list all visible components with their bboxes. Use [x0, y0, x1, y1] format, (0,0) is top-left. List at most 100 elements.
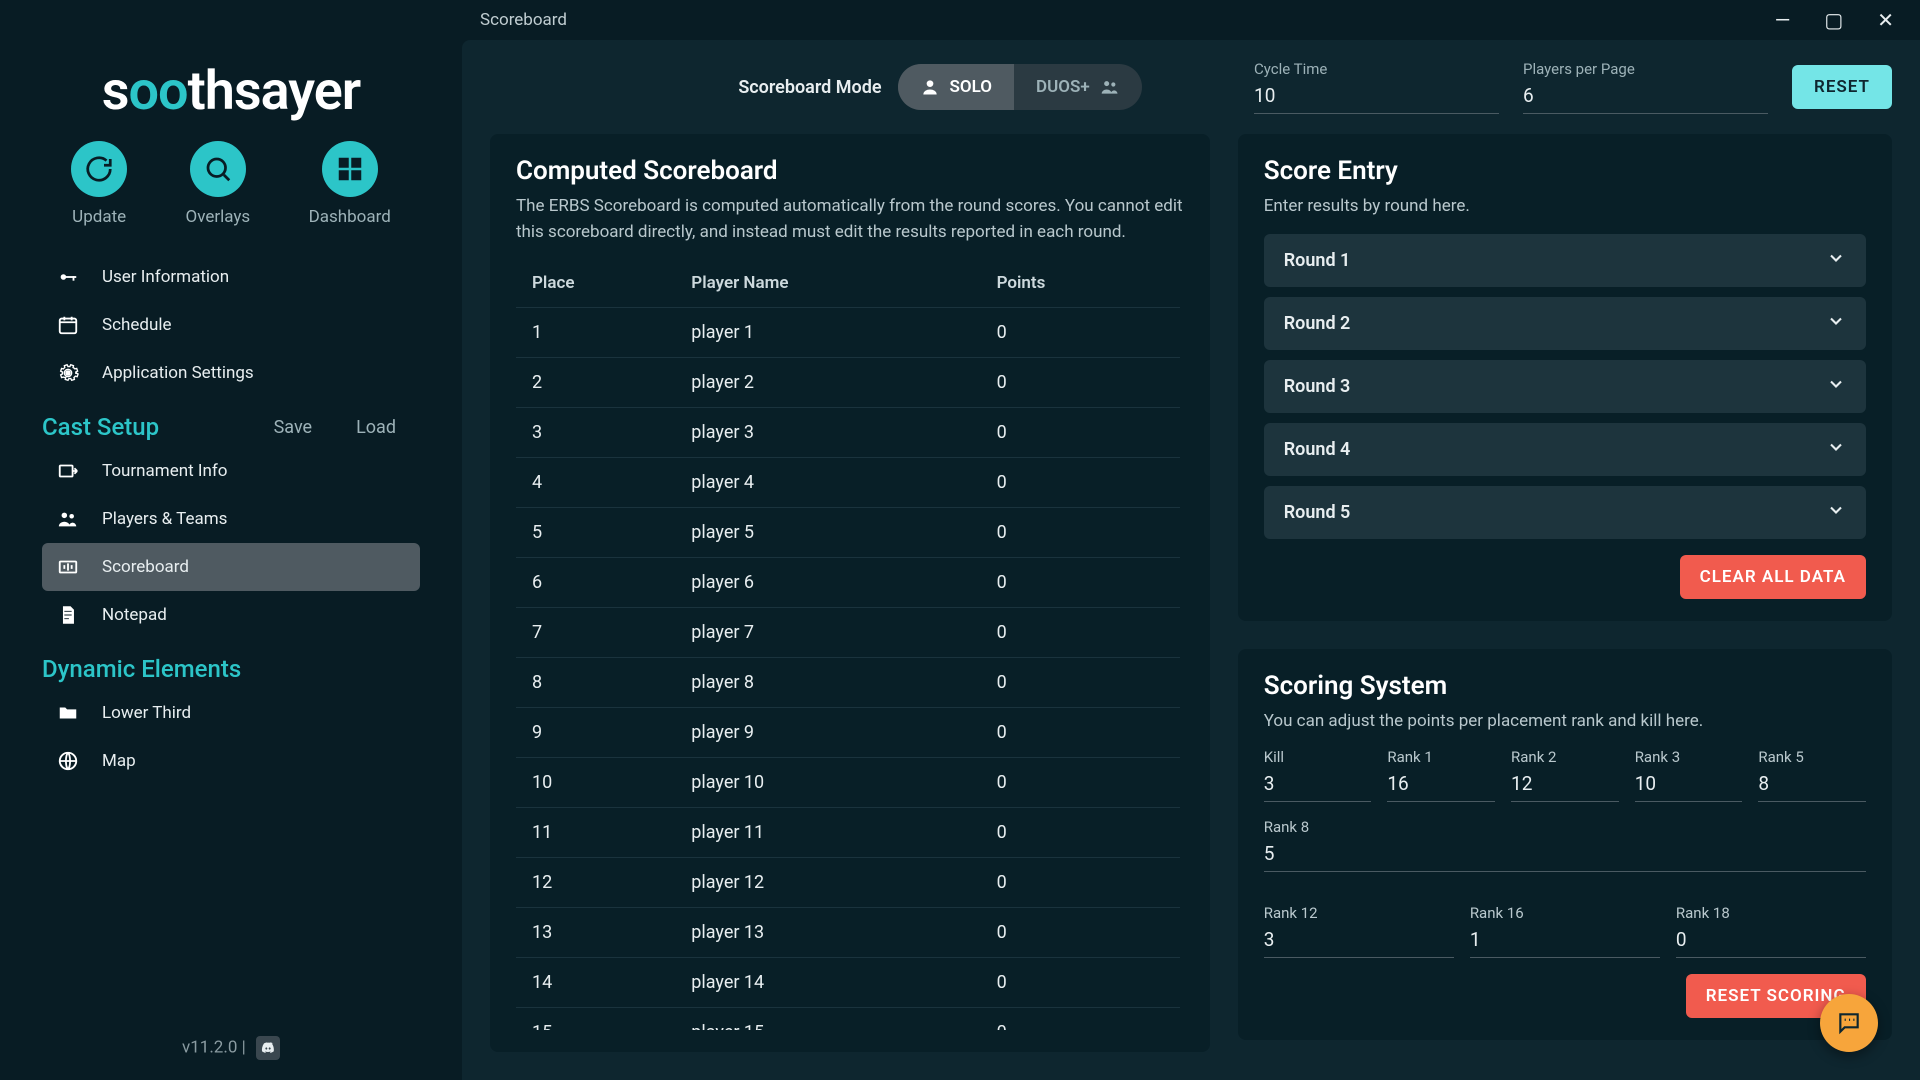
reset-button[interactable]: RESET [1792, 65, 1892, 109]
info-out-icon [56, 459, 80, 483]
chevron-down-icon [1826, 437, 1846, 462]
scoring-input[interactable] [1470, 924, 1660, 958]
save-button[interactable]: Save [274, 417, 337, 438]
sidebar-item-map[interactable]: Map [42, 737, 420, 785]
window-maximize-icon[interactable]: ▢ [1816, 4, 1851, 36]
chat-icon [1836, 1010, 1862, 1036]
score-entry-desc: Enter results by round here. [1264, 194, 1866, 220]
scoring-field: Rank 18 [1676, 904, 1866, 958]
calendar-icon [56, 313, 80, 337]
computed-scoreboard-desc: The ERBS Scoreboard is computed automati… [516, 194, 1184, 245]
scoreboard-table-scroll[interactable]: Place Player Name Points 1player 102play… [516, 259, 1184, 1030]
discord-icon[interactable] [256, 1036, 280, 1060]
chevron-down-icon [1826, 311, 1846, 336]
document-icon [56, 603, 80, 627]
window-close-icon[interactable]: ✕ [1869, 4, 1902, 36]
chevron-down-icon [1826, 248, 1846, 273]
scoring-input[interactable] [1264, 924, 1454, 958]
clear-all-data-button[interactable]: CLEAR ALL DATA [1680, 555, 1866, 599]
scoring-field: Rank 12 [1264, 904, 1454, 958]
scoring-input[interactable] [1758, 768, 1866, 802]
scoring-input[interactable] [1635, 768, 1743, 802]
refresh-icon [71, 141, 127, 197]
scoring-input[interactable] [1511, 768, 1619, 802]
sidebar-item-scoreboard[interactable]: Scoreboard [42, 543, 420, 591]
scoring-field: Rank 5 [1758, 748, 1866, 802]
scoring-field: Rank 16 [1470, 904, 1660, 958]
table-row: 4player 40 [516, 458, 1180, 508]
col-points: Points [981, 259, 1180, 308]
search-icon [190, 141, 246, 197]
sidebar-item-players-teams[interactable]: Players & Teams [42, 495, 420, 543]
table-row: 3player 30 [516, 408, 1180, 458]
version-text: v11.2.0 | [182, 1037, 246, 1057]
players-per-page-input[interactable] [1523, 80, 1768, 114]
overlays-button[interactable]: Overlays [186, 141, 251, 227]
scoring-system-desc: You can adjust the points per placement … [1264, 709, 1866, 735]
table-row: 9player 90 [516, 708, 1180, 758]
dynamic-elements-title: Dynamic Elements [42, 655, 241, 683]
table-row: 14player 140 [516, 958, 1180, 1008]
sidebar-item-lower-third[interactable]: Lower Third [42, 689, 420, 737]
table-row: 10player 100 [516, 758, 1180, 808]
sidebar-item-application-settings[interactable]: Application Settings [42, 349, 420, 397]
sidebar-item-schedule[interactable]: Schedule [42, 301, 420, 349]
table-row: 7player 70 [516, 608, 1180, 658]
sidebar-item-tournament-info[interactable]: Tournament Info [42, 447, 420, 495]
window-title: Scoreboard [480, 10, 567, 30]
table-row: 8player 80 [516, 658, 1180, 708]
mode-duos[interactable]: DUOS+ [1014, 64, 1142, 110]
key-icon [56, 265, 80, 289]
table-row: 1player 10 [516, 308, 1180, 358]
dashboard-button[interactable]: Dashboard [309, 141, 391, 227]
scoring-field: Rank 3 [1635, 748, 1743, 802]
table-row: 6player 60 [516, 558, 1180, 608]
cycle-time-input[interactable] [1254, 80, 1499, 114]
users-icon [56, 507, 80, 531]
table-row: 2player 20 [516, 358, 1180, 408]
table-row: 12player 120 [516, 858, 1180, 908]
scoring-field: Rank 1 [1387, 748, 1495, 802]
cast-setup-title: Cast Setup [42, 413, 159, 441]
players-per-page-label: Players per Page [1523, 60, 1768, 78]
gear-icon [56, 361, 80, 385]
window-minimize-icon[interactable]: — [1767, 4, 1799, 36]
table-row: 5player 50 [516, 508, 1180, 558]
scoring-system-title: Scoring System [1264, 671, 1866, 701]
computed-scoreboard-title: Computed Scoreboard [516, 156, 1184, 186]
round-accordion[interactable]: Round 4 [1264, 423, 1866, 476]
users-icon [1100, 77, 1120, 97]
scoring-input[interactable] [1264, 838, 1866, 872]
round-accordion[interactable]: Round 1 [1264, 234, 1866, 287]
user-icon [920, 77, 940, 97]
scoring-input[interactable] [1264, 768, 1372, 802]
score-entry-title: Score Entry [1264, 156, 1866, 186]
scoring-field: Kill [1264, 748, 1372, 802]
scoring-field: Rank 2 [1511, 748, 1619, 802]
round-accordion[interactable]: Round 5 [1264, 486, 1866, 539]
col-player-name: Player Name [675, 259, 980, 308]
mode-solo[interactable]: SOLO [898, 64, 1014, 110]
scoreboard-mode-label: Scoreboard Mode [738, 77, 881, 98]
grid-icon [322, 141, 378, 197]
cycle-time-label: Cycle Time [1254, 60, 1499, 78]
scoring-input[interactable] [1676, 924, 1866, 958]
chevron-down-icon [1826, 500, 1846, 525]
feedback-fab[interactable] [1820, 994, 1878, 1052]
mode-toggle: SOLO DUOS+ [898, 64, 1142, 110]
table-row: 13player 130 [516, 908, 1180, 958]
table-row: 15player 150 [516, 1008, 1180, 1031]
folder-icon [56, 701, 80, 725]
round-accordion[interactable]: Round 2 [1264, 297, 1866, 350]
sidebar-item-notepad[interactable]: Notepad [42, 591, 420, 639]
scoring-field: Rank 8 [1264, 818, 1866, 872]
table-row: 11player 110 [516, 808, 1180, 858]
sidebar-item-user-information[interactable]: User Information [42, 253, 420, 301]
update-button[interactable]: Update [71, 141, 127, 227]
chevron-down-icon [1826, 374, 1846, 399]
scoring-input[interactable] [1387, 768, 1495, 802]
round-accordion[interactable]: Round 3 [1264, 360, 1866, 413]
load-button[interactable]: Load [356, 417, 420, 438]
globe-icon [56, 749, 80, 773]
scoreboard-icon [56, 555, 80, 579]
